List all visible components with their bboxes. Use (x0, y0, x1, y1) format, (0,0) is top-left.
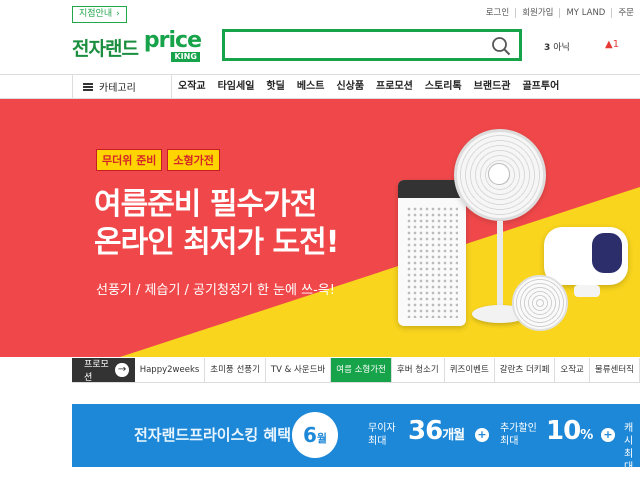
hero-banner[interactable]: 무더위 준비 소형가전 여름준비 필수가전 온라인 최저가 도전! 선풍기 / … (0, 99, 640, 357)
hero-subtext: 선풍기 / 제습기 / 공기청정기 한 눈에 쓰-윽! (96, 283, 335, 298)
category-label: 카테고리 (99, 83, 136, 94)
recent-items[interactable]: 3 아닉 (544, 40, 570, 53)
store-locator-button[interactable]: 지점안내 › (72, 6, 127, 23)
benefit-item3-line1: 캐시 (624, 423, 634, 447)
benefit-item2-number: 10 (546, 416, 581, 446)
nav-items: 오작교 타임세일 핫딜 베스트 신상품 프로모션 스토리톡 브랜드관 골프투어 (172, 75, 565, 98)
hero-headline-line1: 여름준비 필수가전 (94, 187, 317, 222)
benefit-item1-value: 36개월 (408, 416, 465, 446)
circulator-stand (574, 285, 600, 297)
logo-price-text: price (143, 28, 202, 53)
promo-tab[interactable]: 오작교 (555, 358, 590, 382)
benefit-item2-line1: 추가할인 (500, 423, 537, 434)
recent-count: 3 (544, 43, 551, 53)
signup-link[interactable]: 회원가입 (515, 8, 559, 18)
search-icon[interactable] (491, 36, 511, 56)
benefit-item2-value: 10% (546, 416, 593, 446)
arrow-right-icon: → (115, 363, 129, 377)
promotion-label: 프로모션 (84, 360, 109, 383)
promo-tab[interactable]: Happy2weeks (135, 358, 206, 382)
top-links: 로그인 회원가입 MY LAND 주문 (480, 8, 640, 18)
benefit-item1-number: 36 (408, 416, 443, 446)
benefit-month: 6 (302, 423, 317, 447)
benefit-month-badge: 6월 (292, 412, 338, 458)
hero-tag: 무더위 준비 (96, 149, 163, 171)
benefit-item1-line2: 최대 (368, 436, 387, 447)
benefit-item3-line2: 최대 (624, 449, 634, 467)
benefit-item1-label: 무이자 최대 (368, 422, 396, 448)
chevron-right-icon: › (116, 9, 120, 19)
logo-price-mark: price KING (143, 28, 202, 62)
page: 지점안내 › 로그인 회원가입 MY LAND 주문 전자랜드 price KI… (0, 0, 640, 480)
nav-item-golftour[interactable]: 골프투어 (516, 75, 565, 98)
promo-tab[interactable]: 물류센터직 (590, 358, 640, 382)
promo-tab-active[interactable]: 여름 소형가전 (331, 358, 392, 382)
main-nav: 카테고리 오작교 타임세일 핫딜 베스트 신상품 프로모션 스토리톡 브랜드관 … (0, 74, 640, 99)
alert-count: 1 (612, 39, 620, 50)
promotion-label-button[interactable]: 프로모션 → (72, 358, 135, 383)
plus-icon: + (475, 428, 489, 442)
alert-triangle-icon: ▲ (605, 39, 613, 50)
desk-fan-image (512, 275, 568, 331)
recent-label: 아닉 (553, 43, 570, 53)
promotion-tabs: 프로모션 → Happy2weeks 초미풍 선풍기 TV & 사운드바 여름 … (72, 358, 640, 383)
plus-icon: + (601, 428, 615, 442)
benefit-item3-label: 캐시 최대 (624, 422, 640, 467)
store-locator-label: 지점안내 (79, 9, 113, 19)
search-box (222, 29, 522, 61)
category-menu-button[interactable]: 카테고리 (72, 75, 172, 98)
benefit-month-unit: 월 (316, 432, 328, 445)
logo-king-text: KING (171, 52, 200, 62)
nav-item-new[interactable]: 신상품 (330, 75, 370, 98)
myland-link[interactable]: MY LAND (559, 8, 611, 18)
orders-link[interactable]: 주문 (611, 8, 640, 18)
promo-tab[interactable]: 퀴즈이벤트 (445, 358, 495, 382)
promo-tab[interactable]: 후버 청소기 (392, 358, 445, 382)
promo-tab[interactable]: TV & 사운드바 (266, 358, 332, 382)
search-input[interactable] (225, 32, 519, 58)
nav-item-ojakgyo[interactable]: 오작교 (172, 75, 212, 98)
nav-item-timesale[interactable]: 타임세일 (212, 75, 261, 98)
promo-tab[interactable]: 초미풍 선풍기 (205, 358, 266, 382)
login-link[interactable]: 로그인 (480, 8, 515, 18)
promo-tab[interactable]: 갈란츠 더키페 (495, 358, 556, 382)
nav-item-storytalk[interactable]: 스토리톡 (419, 75, 468, 98)
circulator-image (544, 227, 628, 285)
hamburger-icon (83, 82, 93, 91)
logo-text: 전자랜드 (72, 38, 139, 60)
benefit-title: 전자랜드프라이스킹 혜택 (134, 426, 292, 444)
nav-item-brand[interactable]: 브랜드관 (468, 75, 517, 98)
hero-tags: 무더위 준비 소형가전 (96, 149, 220, 171)
benefit-item1-line1: 무이자 (368, 423, 396, 434)
benefit-item2-line2: 최대 (500, 436, 519, 447)
hero-tag: 소형가전 (167, 149, 220, 171)
benefit-item2-label: 추가할인 최대 (500, 422, 537, 448)
alert-indicator[interactable]: ▲1 (605, 39, 619, 50)
hero-headline: 여름준비 필수가전 온라인 최저가 도전! (94, 186, 339, 262)
nav-item-best[interactable]: 베스트 (291, 75, 331, 98)
hero-headline-line2: 온라인 최저가 도전! (94, 225, 339, 260)
nav-item-promotion[interactable]: 프로모션 (370, 75, 419, 98)
nav-item-hotdeal[interactable]: 핫딜 (260, 75, 290, 98)
benefit-banner[interactable]: 전자랜드프라이스킹 혜택 6월 무이자 최대 36개월 + 추가할인 최대 10… (72, 404, 640, 467)
benefit-item1-unit: 개월 (442, 428, 465, 443)
site-logo[interactable]: 전자랜드 price KING (72, 28, 202, 62)
benefit-item2-unit: % (580, 428, 593, 443)
